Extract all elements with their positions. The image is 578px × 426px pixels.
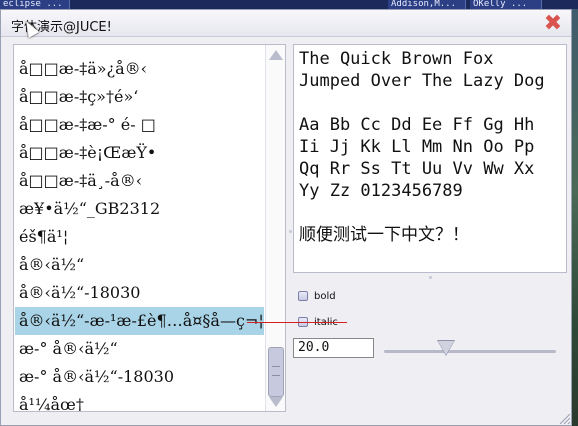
font-list-item[interactable]: éš¶ä¹¦ — [15, 223, 264, 251]
bold-checkbox[interactable] — [298, 291, 308, 301]
vertical-splitter-handle[interactable] — [289, 230, 292, 233]
horizontal-splitter-handle[interactable] — [429, 276, 432, 279]
title-bar[interactable]: 字体演示@JUCE! ✖ — [1, 10, 571, 37]
taskbar-item[interactable]: OKelly ... — [470, 0, 542, 9]
font-list-item[interactable]: å¹¼åœ† — [15, 391, 264, 411]
font-list[interactable]: å□□æ-‡ä»¿å®‹ å□□æ-‡ç»†é»‘ å□□æ-‡æ-° é- □ å□… — [13, 44, 286, 412]
font-size-input[interactable]: 20.0 — [293, 338, 374, 358]
scroll-down-icon[interactable] — [269, 397, 283, 407]
font-list-item[interactable]: æ¥•ä½“_GB2312 — [15, 195, 264, 223]
font-list-item[interactable]: å□□æ-‡è¡ŒæŸ• — [15, 139, 264, 167]
font-list-item[interactable]: å□□æ-‡æ-° é- □ — [15, 111, 264, 139]
annotation-line — [247, 322, 347, 323]
bold-toggle[interactable]: bold — [298, 290, 336, 304]
bold-label: bold — [314, 291, 336, 302]
list-scrollbar[interactable] — [265, 45, 285, 411]
font-list-item-selected[interactable]: å®‹ä½“-æ-¹æ-£è¶…å¤§å­—ç¬¦é›† — [15, 307, 264, 335]
scroll-thumb[interactable] — [268, 347, 284, 397]
font-list-item[interactable]: æ-° å®‹ä½“ — [15, 335, 264, 363]
font-list-item[interactable]: å®‹ä½“-18030 — [15, 279, 264, 307]
preview-text-editor[interactable]: The Quick Brown Fox Jumped Over The Lazy… — [293, 44, 567, 273]
font-list-item[interactable]: å□□æ-‡ä»¿å®‹ — [15, 55, 264, 83]
resize-grip-icon[interactable] — [557, 411, 571, 425]
font-list-item[interactable]: æ-° å®‹ä½“-18030 — [15, 363, 264, 391]
close-icon[interactable]: ✖ — [542, 13, 564, 35]
font-list-item[interactable]: å□□æ-‡ç»†é»‘ — [15, 83, 264, 111]
desktop-taskbar: eclipse ... Addison,M... OKelly ... — [0, 0, 578, 9]
font-size-slider-thumb[interactable] — [437, 341, 454, 355]
italic-toggle[interactable]: italic — [298, 316, 338, 330]
scroll-up-icon[interactable] — [269, 50, 283, 60]
font-list-item[interactable]: å□□æ-‡ä¸-å®‹ — [15, 167, 264, 195]
taskbar-item[interactable]: Addison,M... — [388, 0, 466, 9]
font-size-slider[interactable] — [384, 350, 556, 353]
taskbar-item[interactable]: eclipse ... — [0, 0, 70, 9]
font-demo-window: 字体演示@JUCE! ✖ å□□æ-‡ä»¿å®‹ å□□æ-‡ç»†é»‘ å□□… — [0, 9, 572, 426]
font-list-item[interactable]: å®‹ä½“ — [15, 251, 264, 279]
